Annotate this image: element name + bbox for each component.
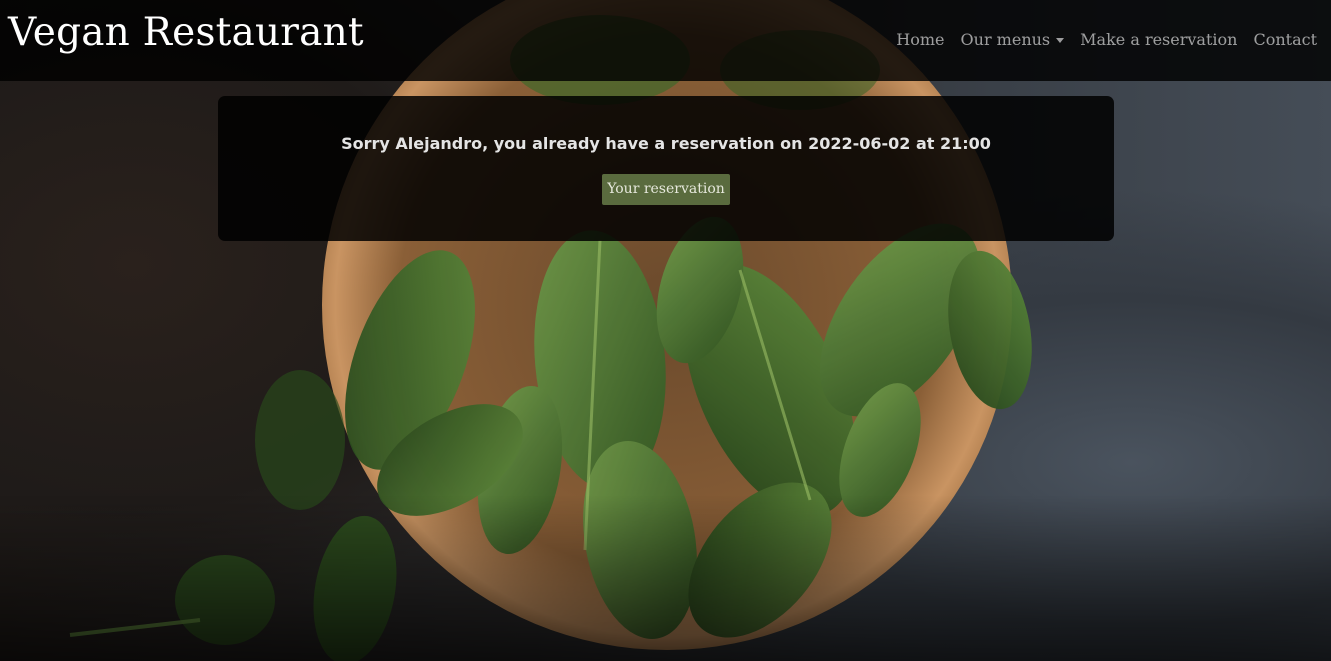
nav-reservation-link[interactable]: Make a reservation xyxy=(1080,30,1237,49)
nav-links: Home Our menus Make a reservation Contac… xyxy=(896,30,1317,49)
page: Vegan Restaurant Home Our menus Make a r… xyxy=(0,0,1331,661)
reservation-alert: Sorry Alejandro, you already have a rese… xyxy=(218,96,1114,241)
navbar: Vegan Restaurant Home Our menus Make a r… xyxy=(0,0,1331,81)
nav-menus-dropdown[interactable]: Our menus xyxy=(961,30,1065,49)
caret-down-icon xyxy=(1056,38,1065,43)
brand-logo-link[interactable]: Vegan Restaurant xyxy=(8,10,364,55)
alert-message: Sorry Alejandro, you already have a rese… xyxy=(341,134,991,153)
nav-home-link[interactable]: Home xyxy=(896,30,944,49)
nav-menus-label: Our menus xyxy=(960,30,1051,49)
nav-contact-link[interactable]: Contact xyxy=(1253,30,1317,49)
your-reservation-button[interactable]: Your reservation xyxy=(602,174,730,205)
